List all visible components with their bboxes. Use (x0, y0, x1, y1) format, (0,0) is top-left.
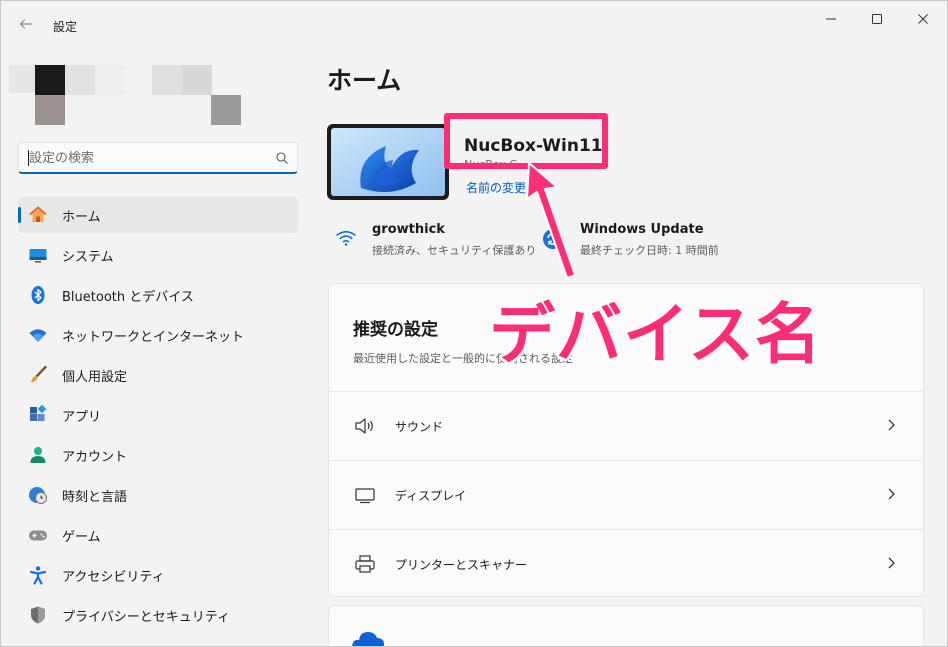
page-title: ホーム (327, 66, 402, 95)
sidebar-item-label: ネットワークとインターネット (62, 329, 245, 345)
device-thumbnail (327, 124, 449, 200)
chevron-right-icon (888, 557, 895, 569)
onedrive-cloud-icon (352, 632, 384, 646)
sidebar-item-label: アカウント (62, 449, 128, 465)
user-profile-blurred (9, 63, 249, 127)
sidebar-item-network[interactable]: ネットワークとインターネット (18, 317, 298, 353)
sidebar-item-label: プライバシーとセキュリティ (62, 609, 230, 625)
sidebar-item-gaming[interactable]: ゲーム (18, 517, 298, 553)
wallpaper-image (331, 128, 445, 196)
speaker-icon (355, 418, 373, 434)
windows-update-title[interactable]: Windows Update (580, 222, 704, 237)
apps-icon (28, 405, 48, 425)
card-title: 推奨の設定 (353, 320, 438, 340)
chevron-right-icon (888, 488, 895, 500)
annotation-label: デバイス名 (489, 296, 823, 373)
close-icon (918, 14, 928, 24)
sidebar-item-label: アプリ (62, 409, 102, 425)
recommended-item-sound[interactable]: サウンド (329, 391, 923, 459)
sidebar-item-personalization[interactable]: 個人用設定 (18, 357, 298, 393)
selection-indicator (18, 207, 21, 223)
account-icon (28, 445, 48, 465)
sidebar-item-label: ゲーム (62, 529, 101, 545)
sidebar-item-label: アクセシビリティ (62, 569, 165, 585)
home-icon (28, 205, 48, 225)
recommended-item-label: ディスプレイ (395, 489, 467, 503)
search-box[interactable] (18, 142, 298, 174)
window-title: 設定 (53, 20, 78, 34)
sidebar-item-label: 時刻と言語 (62, 489, 128, 505)
accessibility-icon (28, 565, 48, 585)
sidebar-item-time-language[interactable]: 時刻と言語 (18, 477, 298, 513)
sidebar-item-home[interactable]: ホーム (18, 197, 298, 233)
sidebar-item-accessibility[interactable]: アクセシビリティ (18, 557, 298, 593)
annotation-arrow-icon (526, 162, 576, 279)
windows-update-status: 最終チェック日時: 1 時間前 (580, 244, 719, 257)
sidebar-item-label: 個人用設定 (62, 369, 128, 385)
bluetooth-icon (28, 285, 48, 305)
sidebar-item-bluetooth[interactable]: Bluetooth とデバイス (18, 277, 298, 313)
recommended-item-printers[interactable]: プリンターとスキャナー (329, 529, 923, 596)
sidebar-item-accounts[interactable]: アカウント (18, 437, 298, 473)
recommended-item-label: サウンド (395, 420, 444, 434)
wifi-network-name[interactable]: growthick (372, 222, 445, 237)
back-button[interactable] (13, 11, 39, 37)
sidebar-item-label: Bluetooth とデバイス (62, 289, 194, 305)
sidebar-item-apps[interactable]: アプリ (18, 397, 298, 433)
chevron-right-icon (888, 419, 895, 431)
settings-window: 設定 設定の検索 ホーム システム Bluetooth とデバイス ネットワーク… (0, 0, 948, 647)
recommended-item-display[interactable]: ディスプレイ (329, 460, 923, 528)
sidebar-item-privacy[interactable]: プライバシーとセキュリティ (18, 597, 298, 633)
network-icon (28, 325, 48, 345)
minimize-icon (826, 18, 836, 20)
time-language-icon (28, 485, 48, 505)
sidebar-item-system[interactable]: システム (18, 237, 298, 273)
wifi-icon (336, 231, 356, 246)
recommended-item-label: プリンターとスキャナー (395, 558, 528, 572)
search-input[interactable] (29, 148, 259, 168)
maximize-icon (872, 14, 882, 24)
title-bar: 設定 (1, 1, 947, 49)
system-icon (28, 245, 48, 265)
sidebar-item-label: ホーム (62, 209, 101, 225)
arrow-left-icon (19, 19, 32, 29)
maximize-button[interactable] (857, 7, 897, 31)
sidebar-item-label: システム (62, 249, 114, 265)
gaming-icon (28, 525, 48, 545)
monitor-icon (355, 488, 375, 504)
cloud-storage-card (328, 605, 924, 646)
printer-icon (355, 555, 375, 573)
minimize-button[interactable] (811, 7, 851, 31)
close-button[interactable] (903, 7, 943, 31)
sidebar-nav: ホーム システム Bluetooth とデバイス ネットワークとインターネット … (18, 197, 298, 637)
shield-icon (28, 605, 48, 625)
brush-icon (28, 365, 48, 385)
search-icon (276, 152, 288, 164)
